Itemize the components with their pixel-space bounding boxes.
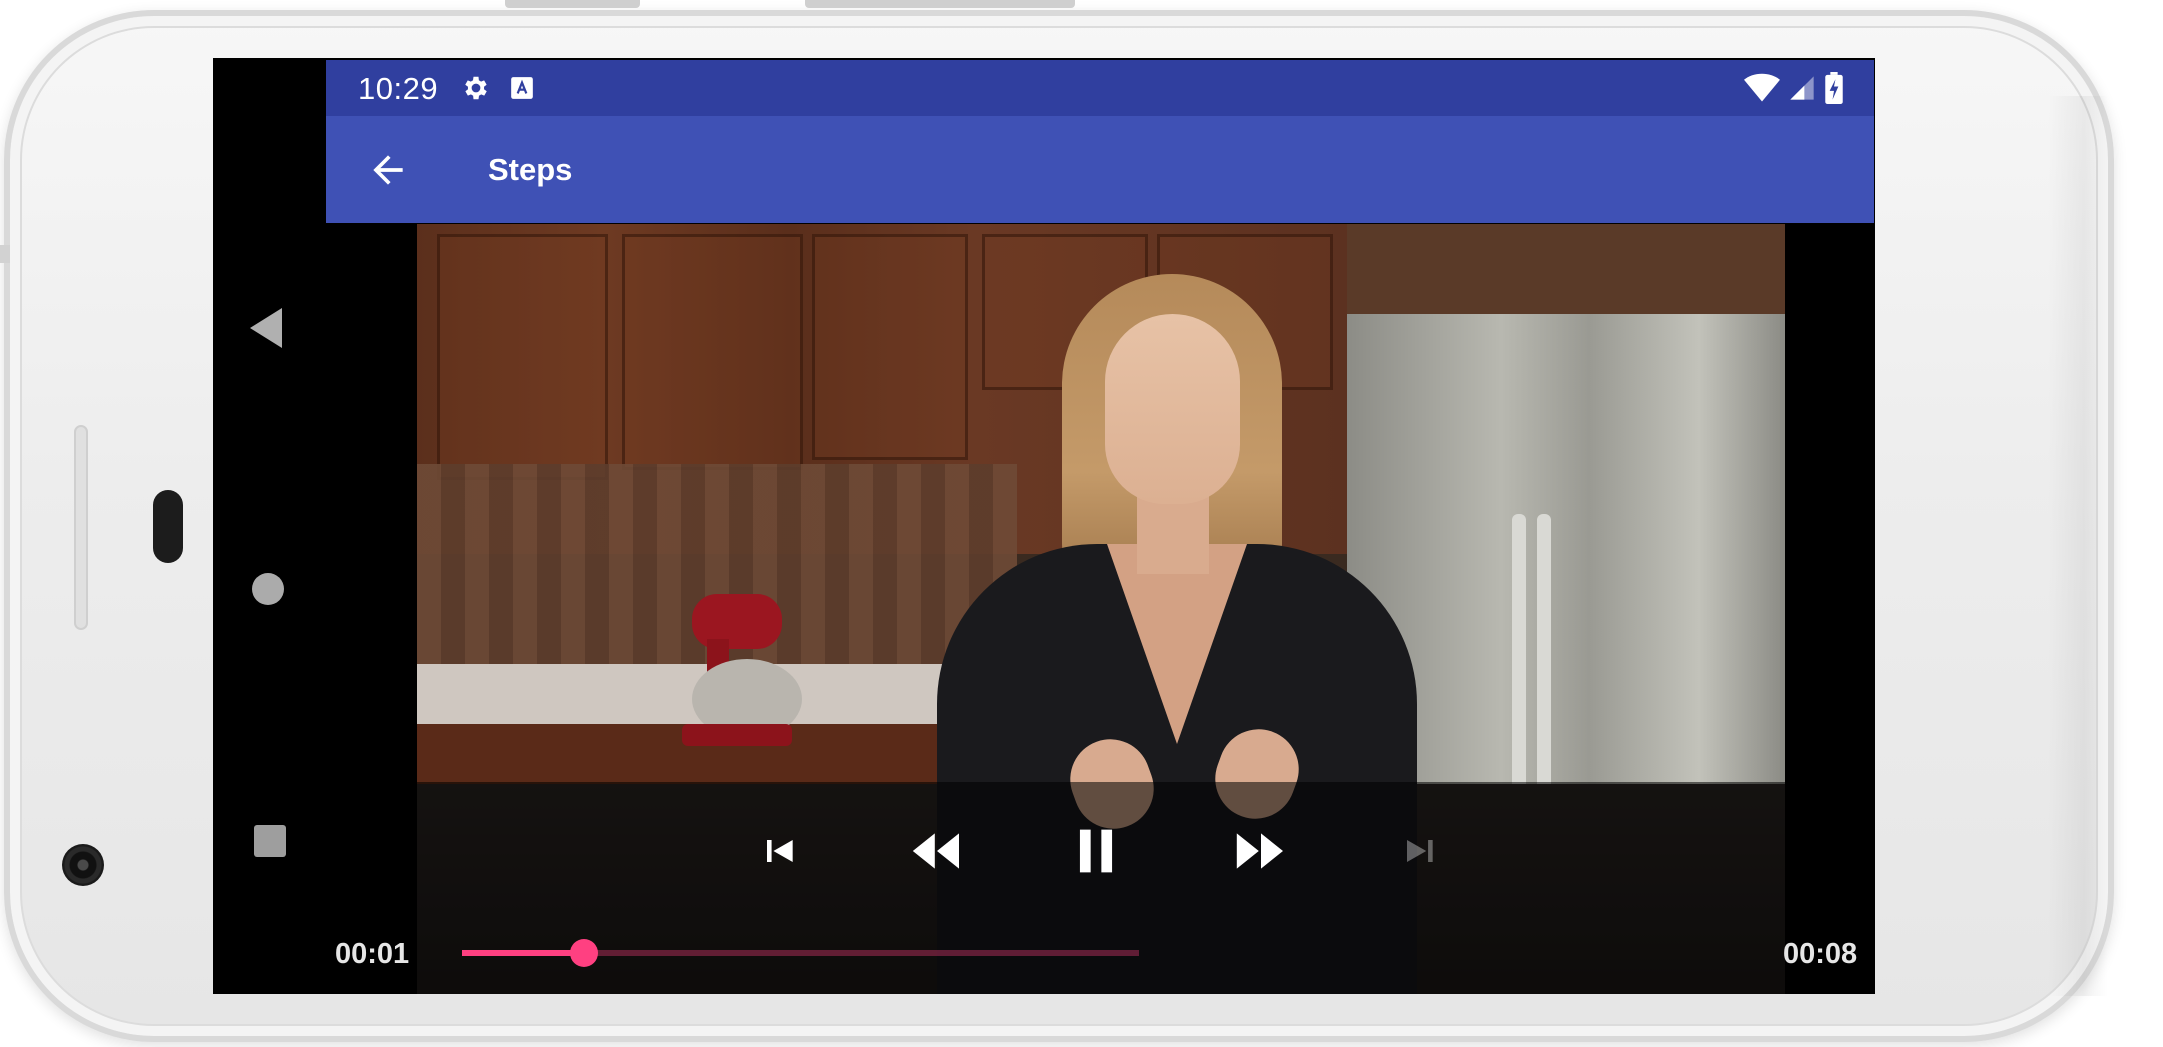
video-scene-wall [1347,224,1785,314]
player-controls-overlay [417,782,1785,994]
seek-bar-progress [462,950,584,956]
status-bar: 10:29 [326,60,1874,116]
nav-recents-icon[interactable] [254,825,286,857]
seek-bar-thumb[interactable] [569,939,598,967]
device-screen: 10:29 Steps 00:01 00:08 [213,58,1875,994]
side-button [0,245,10,263]
video-scene-presenter-face [1105,314,1240,504]
battery-charging-icon [1824,72,1844,109]
nav-back-icon[interactable] [250,308,282,353]
phone-edge-shading [2048,96,2108,996]
video-scene-stand-mixer [672,584,802,754]
nav-home-icon[interactable] [252,573,284,605]
fast-forward-icon[interactable] [1233,829,1289,878]
keyboard-a-icon [509,75,535,106]
wifi-icon [1744,73,1780,108]
video-scene-presenter-neckline [1107,544,1247,744]
front-camera [62,844,104,886]
proximity-sensor [153,490,183,563]
duration-time: 00:08 [1783,938,1858,970]
rewind-icon[interactable] [909,829,965,878]
system-navigation-bar [213,223,326,994]
app-bar: Steps [326,116,1874,223]
settings-icon [461,73,491,108]
earpiece-speaker [74,425,88,630]
cell-signal-icon [1788,74,1816,107]
page-title: Steps [488,152,573,187]
pause-icon[interactable] [1074,826,1118,881]
back-arrow-icon[interactable] [366,148,410,192]
seek-bar[interactable] [462,939,1139,967]
status-time: 10:29 [358,71,439,106]
volume-button-top [505,0,640,8]
current-time: 00:01 [335,938,410,970]
skip-next-icon[interactable] [1396,829,1440,878]
power-button-top [805,0,1075,8]
skip-previous-icon[interactable] [756,829,800,878]
